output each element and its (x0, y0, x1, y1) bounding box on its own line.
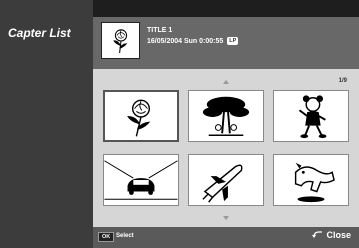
recording-date-time: 16/05/2004 Sun 0:00:55 (147, 37, 224, 45)
footer-bar: OK Select Close (93, 227, 359, 248)
car-icon (104, 160, 178, 200)
select-hint-label: Select (116, 233, 134, 239)
chapter-list-screen: Capter List TITLE 1 16/05/2004 Sun 0:00:… (0, 0, 359, 248)
chapter-grid: 1/9 (93, 69, 359, 227)
chapter-thumbnail-5[interactable] (188, 154, 264, 206)
chapter-thumbnail-4[interactable] (103, 154, 179, 206)
sidebar: Capter List (0, 0, 93, 248)
title-name: TITLE 1 (147, 27, 173, 34)
title-thumbnail (101, 22, 140, 59)
menu-title: Capter List (8, 26, 71, 40)
tree-icon (202, 96, 250, 136)
title-info: 16/05/2004 Sun 0:00:55 LP (147, 37, 239, 45)
rose-icon (112, 28, 127, 53)
chapter-thumbnail-2[interactable] (188, 90, 264, 142)
recording-mode-badge: LP (227, 37, 239, 45)
chapter-thumbnail-6[interactable] (273, 154, 349, 206)
space-shuttle-icon (202, 164, 243, 203)
title-header: TITLE 1 16/05/2004 Sun 0:00:55 LP (93, 17, 359, 69)
close-button[interactable]: Close (312, 230, 351, 240)
ok-key-icon: OK (98, 232, 115, 242)
close-label: Close (326, 230, 351, 240)
cartoon-figure-icon (298, 95, 327, 139)
chapter-thumbnail-1[interactable] (103, 90, 179, 142)
scroll-down-arrow-icon[interactable] (223, 216, 229, 220)
page-counter: 1/9 (338, 78, 347, 84)
dog-icon (294, 162, 335, 203)
scroll-up-arrow-icon[interactable] (223, 80, 229, 84)
chapter-thumbnail-3[interactable] (273, 90, 349, 142)
rose-icon (127, 99, 151, 137)
return-arrow-icon (312, 231, 323, 238)
